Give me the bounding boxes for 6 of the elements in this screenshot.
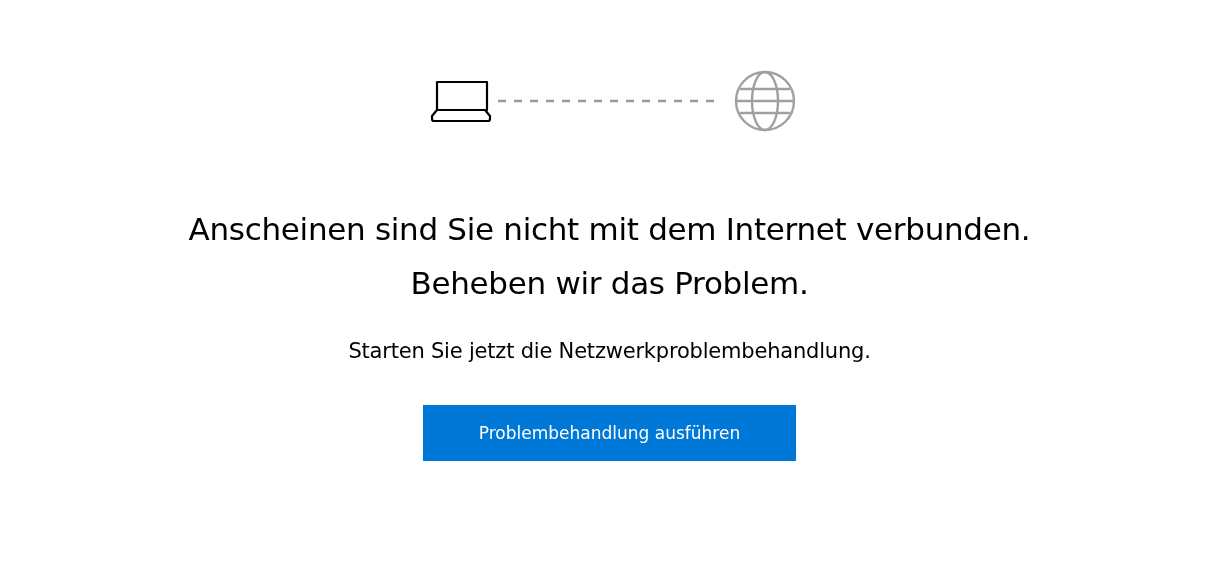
globe-icon — [733, 70, 796, 132]
troubleshoot-button[interactable]: Problembehandlung ausführen — [423, 405, 796, 461]
message-text: Starten Sie jetzt die Netzwerkproblembehandlung. — [348, 339, 871, 363]
heading-line: Anscheinen sind Sie nicht mit dem Internet verbunden. — [188, 210, 1031, 248]
heading-line: Beheben wir das Problem. — [410, 264, 809, 302]
laptop-icon — [429, 78, 492, 124]
